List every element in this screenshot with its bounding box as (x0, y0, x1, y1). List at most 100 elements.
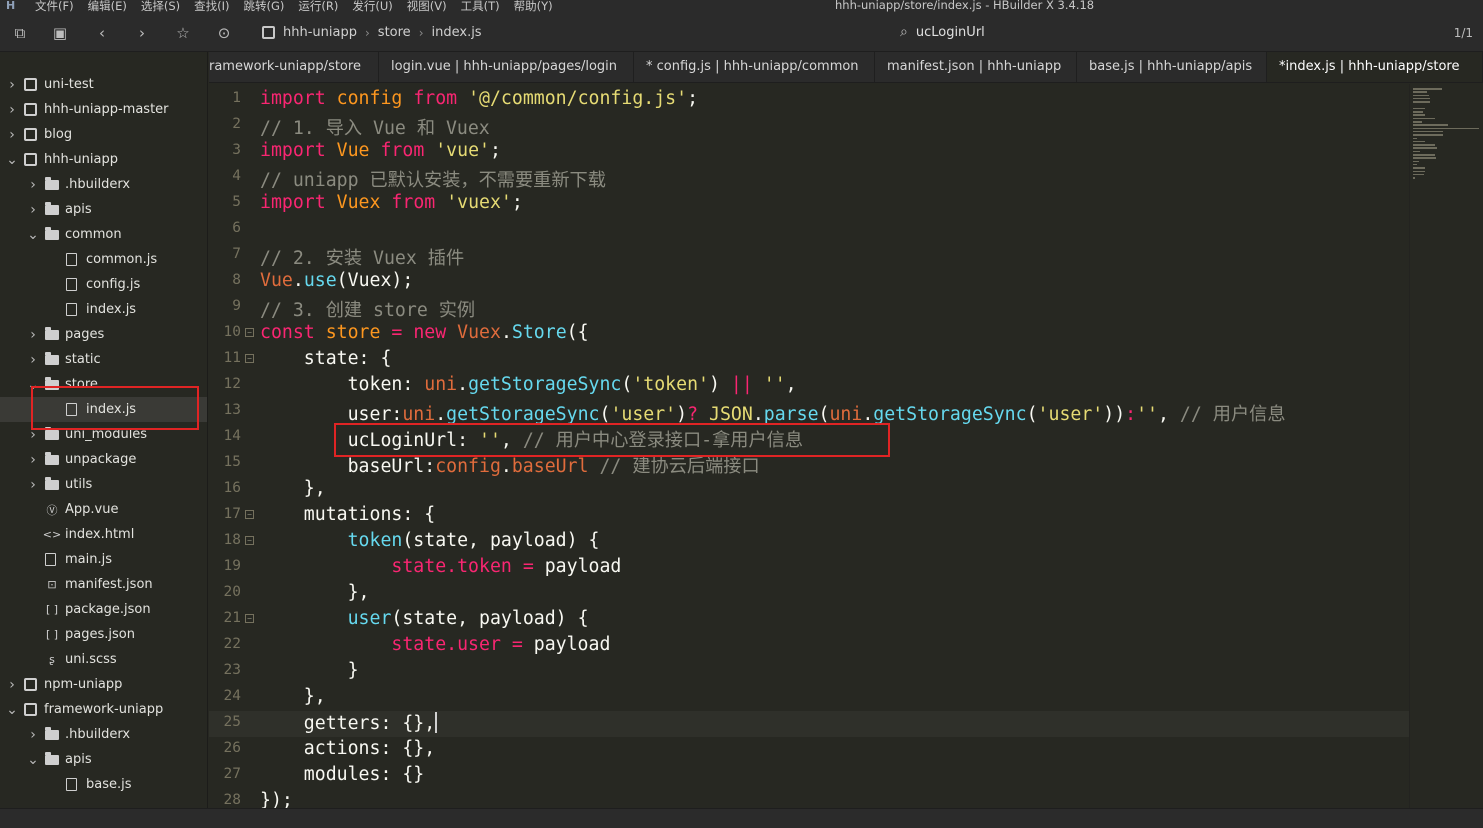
tree-item[interactable]: ⊡ manifest.json (0, 572, 207, 597)
chevron-right-icon[interactable]: › (6, 102, 18, 118)
menu-item[interactable]: 编辑(E) (88, 0, 127, 14)
editor-tab[interactable]: * config.js | hhh-uniapp/common (634, 52, 875, 82)
code-line[interactable]: 20 }, (209, 581, 1409, 607)
search-box[interactable]: ⌕ ucLoginUrl (900, 24, 985, 40)
fold-toggle-icon[interactable]: − (245, 536, 254, 545)
chevron-right-icon[interactable]: › (27, 202, 39, 218)
tree-item[interactable]: [ ] pages.json (0, 622, 207, 647)
code-line[interactable]: 6 (209, 217, 1409, 243)
tree-item[interactable]: › .hbuilderx (0, 722, 207, 747)
tree-item[interactable]: base.js (0, 772, 207, 797)
editor-tab[interactable]: login.vue | hhh-uniapp/pages/login (379, 52, 634, 82)
tree-item[interactable]: › .hbuilderx (0, 172, 207, 197)
code-line[interactable]: 3 import Vue from 'vue'; (209, 139, 1409, 165)
tree-item[interactable]: ⌄ common (0, 222, 207, 247)
breadcrumb-folder[interactable]: store (378, 25, 411, 40)
fold-toggle-icon[interactable]: − (245, 328, 254, 337)
chevron-right-icon[interactable]: › (6, 677, 18, 693)
new-file-icon[interactable]: ⧉ (10, 23, 30, 43)
code-line[interactable]: 1 import config from '@/common/config.js'… (209, 87, 1409, 113)
chevron-down-icon[interactable]: ⌄ (6, 702, 18, 718)
editor-tab[interactable]: ramework-uniapp/store (209, 52, 379, 82)
tree-item[interactable]: › static (0, 347, 207, 372)
chevron-right-icon[interactable]: › (27, 352, 39, 368)
code-line[interactable]: 9 // 3. 创建 store 实例 (209, 295, 1409, 321)
code-line[interactable]: 2 // 1. 导入 Vue 和 Vuex (209, 113, 1409, 139)
code-line[interactable]: 24 }, (209, 685, 1409, 711)
code-line[interactable]: 18− token(state, payload) { (209, 529, 1409, 555)
code-line[interactable]: 25 getters: {}, (209, 711, 1409, 737)
editor-tab[interactable]: manifest.json | hhh-uniapp (875, 52, 1077, 82)
code-line[interactable]: 21− user(state, payload) { (209, 607, 1409, 633)
code-line[interactable]: 23 } (209, 659, 1409, 685)
editor-tab[interactable]: base.js | hhh-uniapp/apis (1077, 52, 1267, 82)
fold-toggle-icon[interactable]: − (245, 354, 254, 363)
tree-item[interactable]: › unpackage (0, 447, 207, 472)
menu-item[interactable]: 视图(V) (407, 0, 447, 14)
code-line[interactable]: 26 actions: {}, (209, 737, 1409, 763)
tree-item[interactable]: Ⓥ App.vue (0, 497, 207, 522)
tree-item[interactable]: ⌄ apis (0, 747, 207, 772)
tree-item[interactable]: ⌄ framework-uniapp (0, 697, 207, 722)
chevron-right-icon[interactable]: › (27, 477, 39, 493)
code-line[interactable]: 19 state.token = payload (209, 555, 1409, 581)
menu-item[interactable]: 发行(U) (352, 0, 392, 14)
menu-item[interactable]: 查找(I) (194, 0, 229, 14)
code-line[interactable]: 13 user:uni.getStorageSync('user')? JSON… (209, 399, 1409, 425)
menu-item[interactable]: 文件(F) (35, 0, 74, 14)
tree-item[interactable]: › uni-test (0, 72, 207, 97)
chevron-right-icon[interactable]: › (27, 327, 39, 343)
tree-item[interactable]: › pages (0, 322, 207, 347)
tree-item[interactable]: config.js (0, 272, 207, 297)
tree-item[interactable]: › utils (0, 472, 207, 497)
breadcrumb-file[interactable]: index.js (432, 25, 482, 40)
chevron-right-icon[interactable]: › (6, 127, 18, 143)
tree-item[interactable]: › npm-uniapp (0, 672, 207, 697)
chevron-right-icon[interactable]: › (27, 177, 39, 193)
chevron-right-icon[interactable]: › (27, 727, 39, 743)
menu-item[interactable]: 运行(R) (298, 0, 338, 14)
tree-item[interactable]: › hhh-uniapp-master (0, 97, 207, 122)
tree-item[interactable]: <> index.html (0, 522, 207, 547)
tree-item[interactable]: main.js (0, 547, 207, 572)
star-icon[interactable]: ☆ (173, 23, 193, 43)
code-line[interactable]: 12 token: uni.getStorageSync('token') ||… (209, 373, 1409, 399)
menu-item[interactable]: 跳转(G) (244, 0, 285, 14)
tree-item[interactable]: [ ] package.json (0, 597, 207, 622)
code-line[interactable]: 4 // uniapp 已默认安装，不需要重新下载 (209, 165, 1409, 191)
code-line[interactable]: 7 // 2. 安装 Vuex 插件 (209, 243, 1409, 269)
code-line[interactable]: 16 }, (209, 477, 1409, 503)
code-line[interactable]: 8 Vue.use(Vuex); (209, 269, 1409, 295)
code-line[interactable]: 10− const store = new Vuex.Store({ (209, 321, 1409, 347)
fold-toggle-icon[interactable]: − (245, 510, 254, 519)
chevron-down-icon[interactable]: ⌄ (6, 152, 18, 168)
code-line[interactable]: 5 import Vuex from 'vuex'; (209, 191, 1409, 217)
minimap[interactable] (1409, 84, 1483, 808)
forward-icon[interactable]: › (132, 23, 152, 43)
tree-item[interactable]: › apis (0, 197, 207, 222)
save-icon[interactable]: ▣ (50, 23, 70, 43)
tree-item[interactable]: ⌄ hhh-uniapp (0, 147, 207, 172)
tree-item[interactable]: ʂ uni.scss (0, 647, 207, 672)
menu-item[interactable]: 帮助(Y) (514, 0, 553, 14)
breadcrumb-project[interactable]: hhh-uniapp (283, 25, 357, 40)
run-icon[interactable]: ⊙ (214, 23, 234, 43)
tree-item[interactable]: common.js (0, 247, 207, 272)
code-line[interactable]: 11− state: { (209, 347, 1409, 373)
code-line[interactable]: 28}); (209, 789, 1409, 808)
fold-toggle-icon[interactable]: − (245, 614, 254, 623)
code-line[interactable]: 22 state.user = payload (209, 633, 1409, 659)
editor-tab[interactable]: *index.js | hhh-uniapp/store (1267, 52, 1483, 82)
chevron-right-icon[interactable]: › (6, 77, 18, 93)
back-icon[interactable]: ‹ (92, 23, 112, 43)
tree-item[interactable]: index.js (0, 297, 207, 322)
tree-item[interactable]: › blog (0, 122, 207, 147)
menu-item[interactable]: 选择(S) (141, 0, 180, 14)
chevron-right-icon[interactable]: › (27, 452, 39, 468)
chevron-down-icon[interactable]: ⌄ (27, 227, 39, 243)
menu-item[interactable]: 工具(T) (461, 0, 500, 14)
chevron-down-icon[interactable]: ⌄ (27, 752, 39, 768)
search-text[interactable]: ucLoginUrl (916, 25, 985, 40)
code-line[interactable]: 27 modules: {} (209, 763, 1409, 789)
code-line[interactable]: 17− mutations: { (209, 503, 1409, 529)
